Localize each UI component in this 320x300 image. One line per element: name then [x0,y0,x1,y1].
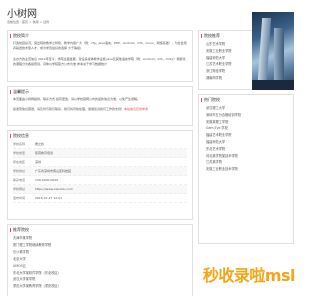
sidebar-hot-item[interactable]: 江苏某学院 [206,159,293,166]
info-value: 鹰之岭 [35,142,45,146]
sidebar-hot-title: 热门院校 [199,95,293,104]
info-value: 2016-07-27 12:01 [35,196,63,200]
breadcrumb-item[interactable]: 首页 [22,20,28,24]
info-key: 学校网址 [13,187,26,191]
info-row: 所在地区 深圳 [13,158,187,167]
recommend-item[interactable]: 重庆大学某教育学院（重庆校区） [13,283,192,290]
info-key: 所在地区 [13,160,26,164]
sidebar-hot-item[interactable]: 深圳市五分合格培训学校 [206,112,293,119]
recommend-item[interactable]: UMOS云 [13,263,192,270]
notice-highlight: 本站信息仅供参考 [124,107,149,111]
breadcrumb-item: 当前位置 [7,20,20,24]
info-key: 学校地址 [13,169,26,173]
recommend-list: 天津市某学院 厦门理工学院继续教育学院 长沙某学院 北京大学 UMOS云 东北大… [8,234,192,290]
info-row: 发布时间 2016-07-27 12:01 [13,194,187,203]
info-key: 学校类型 [13,151,26,155]
sidebar-hot-item[interactable]: 东北艺术学院 [206,146,293,153]
breadcrumb-item[interactable]: 信用 [33,20,39,24]
breadcrumb: 当前位置:首页>信用>证件 [7,20,50,24]
info-value: 深圳 [35,160,42,164]
info-key: 发布时间 [13,196,26,200]
notice-title: 温馨提示 [8,87,192,96]
sidebar-hot-item[interactable]: 安徽工业职业技术学院 [206,166,293,173]
recommend-item[interactable]: 长沙某学院 [13,249,192,256]
school-intro-title: 院校简介 [8,31,192,40]
recommend-item[interactable]: 东北大学某软件学院（东北校区） [13,270,192,277]
school-intro-text: 打造校园总况，突出院校教学之特色，教学内容广大（例：cfg，Java语言，PHP… [13,41,187,51]
recommend-item[interactable]: 武汉大学某学院 [13,276,192,283]
info-row: 学校地址 广东省深圳市南山区科技园 [13,167,187,176]
info-row: 学校类型 民营教育培训 [13,149,187,158]
notice-text-2-body: 如发现信息错误，请及时与我们联系，我们将尽快处理，谢谢您对我们工作的支持！ [13,107,125,111]
info-value: 广东省深圳市南山区科技园 [35,169,72,173]
sidebar-hot-item[interactable]: 福建师范大学 [206,139,293,146]
recommend-item[interactable]: 天津市某学院 [13,235,192,242]
school-intro-panel: 院校简介 打造校园总况，突出院校教学之特色，教学内容广大（例：cfg，Java语… [7,30,193,82]
notice-panel: 温馨提示 本页面由小树网提供，联系方式 如有更改，请以学校官网公布的最新信息为准… [7,86,193,126]
info-row: 联系电话 139-0000-0000 [13,176,187,185]
info-row: 学校网址 https://www.xiaoshu.com [13,185,187,194]
notice-text-1: 本页面由小树网提供，联系方式 如有更改，请以学校官网公布的最新信息为准，以免产生… [13,97,140,101]
info-key: 联系电话 [13,178,26,182]
recommend-panel: 推荐院校 天津市某学院 厦门理工学院继续教育学院 长沙某学院 北京大学 UMOS… [7,224,193,296]
info-value: 民营教育培训 [35,151,54,155]
sidebar-hot-item[interactable]: 福建艺术职业学院 [206,132,293,139]
website-link[interactable]: https://www.xiaoshu.com [35,185,73,193]
sidebar-hot-item[interactable]: 河北某学院某技术学院 [206,153,293,160]
site-logo[interactable]: 小树网 [7,5,37,20]
recommend-title: 推荐院校 [8,225,192,234]
sidebar-hot-panel: 热门院校 武汉理工大学 深圳市五分合格培训学校 安徽某理工学院 Gem Eye … [198,94,294,244]
school-info-panel: 院校信息 学校名称 鹰之岭 学校类型 民营教育培训 所在地区 深圳 学校地址 广东省深圳… [7,130,193,220]
building-photo [252,12,294,90]
sidebar-hot-item[interactable]: Gem Eye 学校 [206,125,293,132]
recommend-item[interactable]: 北京大学 [13,256,192,263]
info-key: 学校名称 [13,142,26,146]
school-intro-text-2: 主办方的主页信息 2012年至今，学院全面发展，建设多媒体教学设施 Java及其… [13,57,186,67]
info-row: 学校名称 鹰之岭 [13,140,187,149]
sidebar-hot-item[interactable]: 安徽某理工学院 [206,119,293,126]
sidebar-hot-list: 武汉理工大学 深圳市五分合格培训学校 安徽某理工学院 Gem Eye 学校 福建… [199,104,293,173]
recommend-item[interactable]: 厦门理工学院继续教育学院 [13,242,192,249]
notice-text-2: 如发现信息错误，请及时与我们联系，我们将尽快处理，谢谢您对我们工作的支持！本站信… [13,107,187,117]
breadcrumb-item[interactable]: 证件 [43,20,49,24]
school-info-title: 院校信息 [8,131,192,140]
sidebar-hot-item[interactable]: 武汉理工大学 [206,105,293,112]
watermark-text: 秒收录啦msl [202,266,296,285]
info-value: 139-0000-0000 [35,178,59,182]
